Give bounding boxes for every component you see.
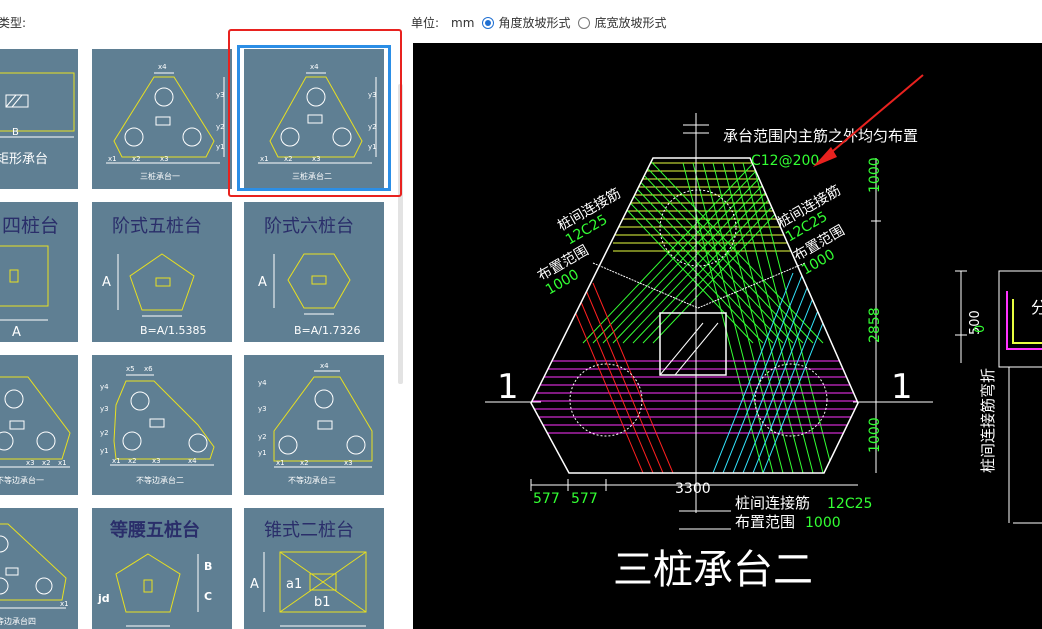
dim-x6: x6: [144, 365, 153, 373]
section-mark-right: 1: [891, 367, 913, 407]
tile-rect-cap-dim: B: [12, 127, 19, 138]
tile-four-pile-cap[interactable]: 四桩台 A: [0, 202, 78, 342]
dim-B: B: [204, 560, 212, 573]
dim-y3: y3: [216, 91, 225, 99]
dim-x4: x4: [158, 63, 167, 71]
dim-a1: a1: [286, 577, 302, 592]
dim-x1: x1: [112, 457, 121, 465]
dim-x1: x1: [60, 600, 69, 608]
tile-conical-two-title: 锥式二桩台: [264, 520, 354, 541]
dim-x2: x2: [132, 155, 141, 163]
dim-y3: y3: [258, 405, 267, 413]
dim-x1: x1: [276, 459, 285, 467]
dim-y1: y1: [258, 449, 267, 457]
dim-x2: x2: [300, 459, 309, 467]
unit-row: 单位: mm 角度放坡形式 底宽放坡形式: [411, 14, 666, 31]
tile-unequal-cap-1-caption: 不等边承台一: [0, 475, 44, 485]
dim-b1: b1: [314, 595, 331, 610]
tile-isosceles-five-pile-cap[interactable]: 等腰五桩台 B C jd: [92, 508, 232, 629]
tile-stepped-six-formula: B=A/1.7326: [294, 324, 360, 337]
radio-angle-slope-label[interactable]: 角度放坡形式: [498, 14, 570, 31]
note-main-bar-layout: 承台范围内主筋之外均匀布置: [723, 127, 918, 145]
tile-three-pile-cap-1[interactable]: x4 y3 y2 y1 x1 x2 x3 三桩承台一: [92, 49, 232, 189]
type-label: 类型:: [0, 16, 27, 30]
drawing-title: 三桩承台二: [613, 547, 813, 593]
dim-x5: x5: [126, 365, 135, 373]
side-label: 桩间连接筋弯折: [979, 368, 997, 473]
tile-unequal-cap-3-caption: 不等边承台三: [288, 475, 336, 485]
tile-rect-cap[interactable]: B 矩形承台: [0, 49, 78, 189]
dim-x3: x3: [26, 459, 35, 467]
tile-stepped-six-pile-cap-title: 阶式六桩台: [264, 216, 354, 237]
dim-x4: x4: [188, 457, 197, 465]
dim-x4: x4: [320, 362, 329, 370]
dim-y2: y2: [216, 123, 225, 131]
dim-top: 1000: [867, 157, 883, 193]
tile-stepped-five-dim: A: [102, 275, 111, 290]
bottom-conn-value: 12C25: [827, 496, 872, 512]
highlight-box: [228, 29, 402, 197]
cad-preview: 1 1 1000 2858 1000 577 577 3300 承台范围内主筋之…: [413, 43, 1042, 629]
dim-x2: x2: [128, 457, 137, 465]
tile-equal-cap-4[interactable]: x1 等边承台四: [0, 508, 78, 629]
dim-x1: x1: [58, 459, 67, 467]
main-bar-spec: C12@200: [751, 153, 819, 169]
unit-value: mm: [451, 15, 475, 30]
tile-unequal-cap-2[interactable]: x5 x6 x1 x2 x3 x4 y4 y3 y2 y1 不等边承台二: [92, 355, 232, 495]
radio-width-slope[interactable]: [578, 16, 591, 29]
tile-four-pile-cap-title: 四桩台: [2, 215, 59, 237]
dim-bottom: 1000: [867, 417, 883, 453]
tile-three-pile-cap-1-caption: 三桩承台一: [140, 171, 180, 181]
dim-y2: y2: [258, 433, 267, 441]
tile-stepped-five-pile-cap-title: 阶式五桩台: [112, 216, 202, 237]
dim-x3: x3: [160, 155, 169, 163]
tile-stepped-five-formula: B=A/1.5385: [140, 324, 206, 337]
dim-left1: 577: [533, 491, 560, 507]
dim-y1: y1: [216, 143, 225, 151]
tile-four-pile-cap-dim: A: [12, 325, 21, 340]
dim-x3: x3: [152, 457, 161, 465]
dim-y1: y1: [100, 447, 109, 455]
side-dim-0: 0: [973, 325, 988, 333]
dim-x1: x1: [108, 155, 117, 163]
tile-rect-cap-title: 矩形承台: [0, 152, 48, 167]
dim-y2: y2: [100, 429, 109, 437]
radio-width-slope-label[interactable]: 底宽放坡形式: [594, 14, 666, 31]
tile-equal-cap-4-caption: 等边承台四: [0, 616, 36, 626]
dim-C: C: [204, 590, 212, 603]
tile-stepped-five-pile-cap[interactable]: 阶式五桩台 A B=A/1.5385: [92, 202, 232, 342]
dim-jd: jd: [97, 592, 110, 605]
radio-angle-slope[interactable]: [482, 16, 495, 29]
dim-y4: y4: [100, 383, 109, 391]
tile-conical-two-pile-cap[interactable]: 锥式二桩台 A a1 b1 B: [244, 508, 384, 629]
bottom-conn-title: 桩间连接筋: [735, 494, 810, 512]
tile-unequal-cap-3[interactable]: x4 y4 y3 y2 y1 x1 x2 x3 不等边承台三: [244, 355, 384, 495]
dim-y3: y3: [100, 405, 109, 413]
tile-isosceles-five-title: 等腰五桩台: [110, 519, 200, 541]
side-partial-text: 分: [1031, 298, 1042, 317]
section-mark-left: 1: [497, 367, 519, 407]
unit-label: 单位:: [411, 16, 440, 30]
dim-mid: 2858: [867, 307, 883, 343]
dim-width: 3300: [675, 481, 711, 497]
tile-unequal-cap-2-caption: 不等边承台二: [136, 475, 184, 485]
dim-y4: y4: [258, 379, 267, 387]
dim-x3: x3: [344, 459, 353, 467]
tile-stepped-six-pile-cap[interactable]: 阶式六桩台 A B=A/1.7326: [244, 202, 384, 342]
bottom-range-value: 1000: [805, 515, 841, 531]
tile-unequal-cap-1[interactable]: x3 x2 x1 不等边承台一: [0, 355, 78, 495]
dim-x2: x2: [42, 459, 51, 467]
dim-left2: 577: [571, 491, 598, 507]
dim-A: A: [250, 577, 259, 592]
tile-stepped-six-dim: A: [258, 275, 267, 290]
bottom-range-title: 布置范围: [735, 513, 795, 531]
